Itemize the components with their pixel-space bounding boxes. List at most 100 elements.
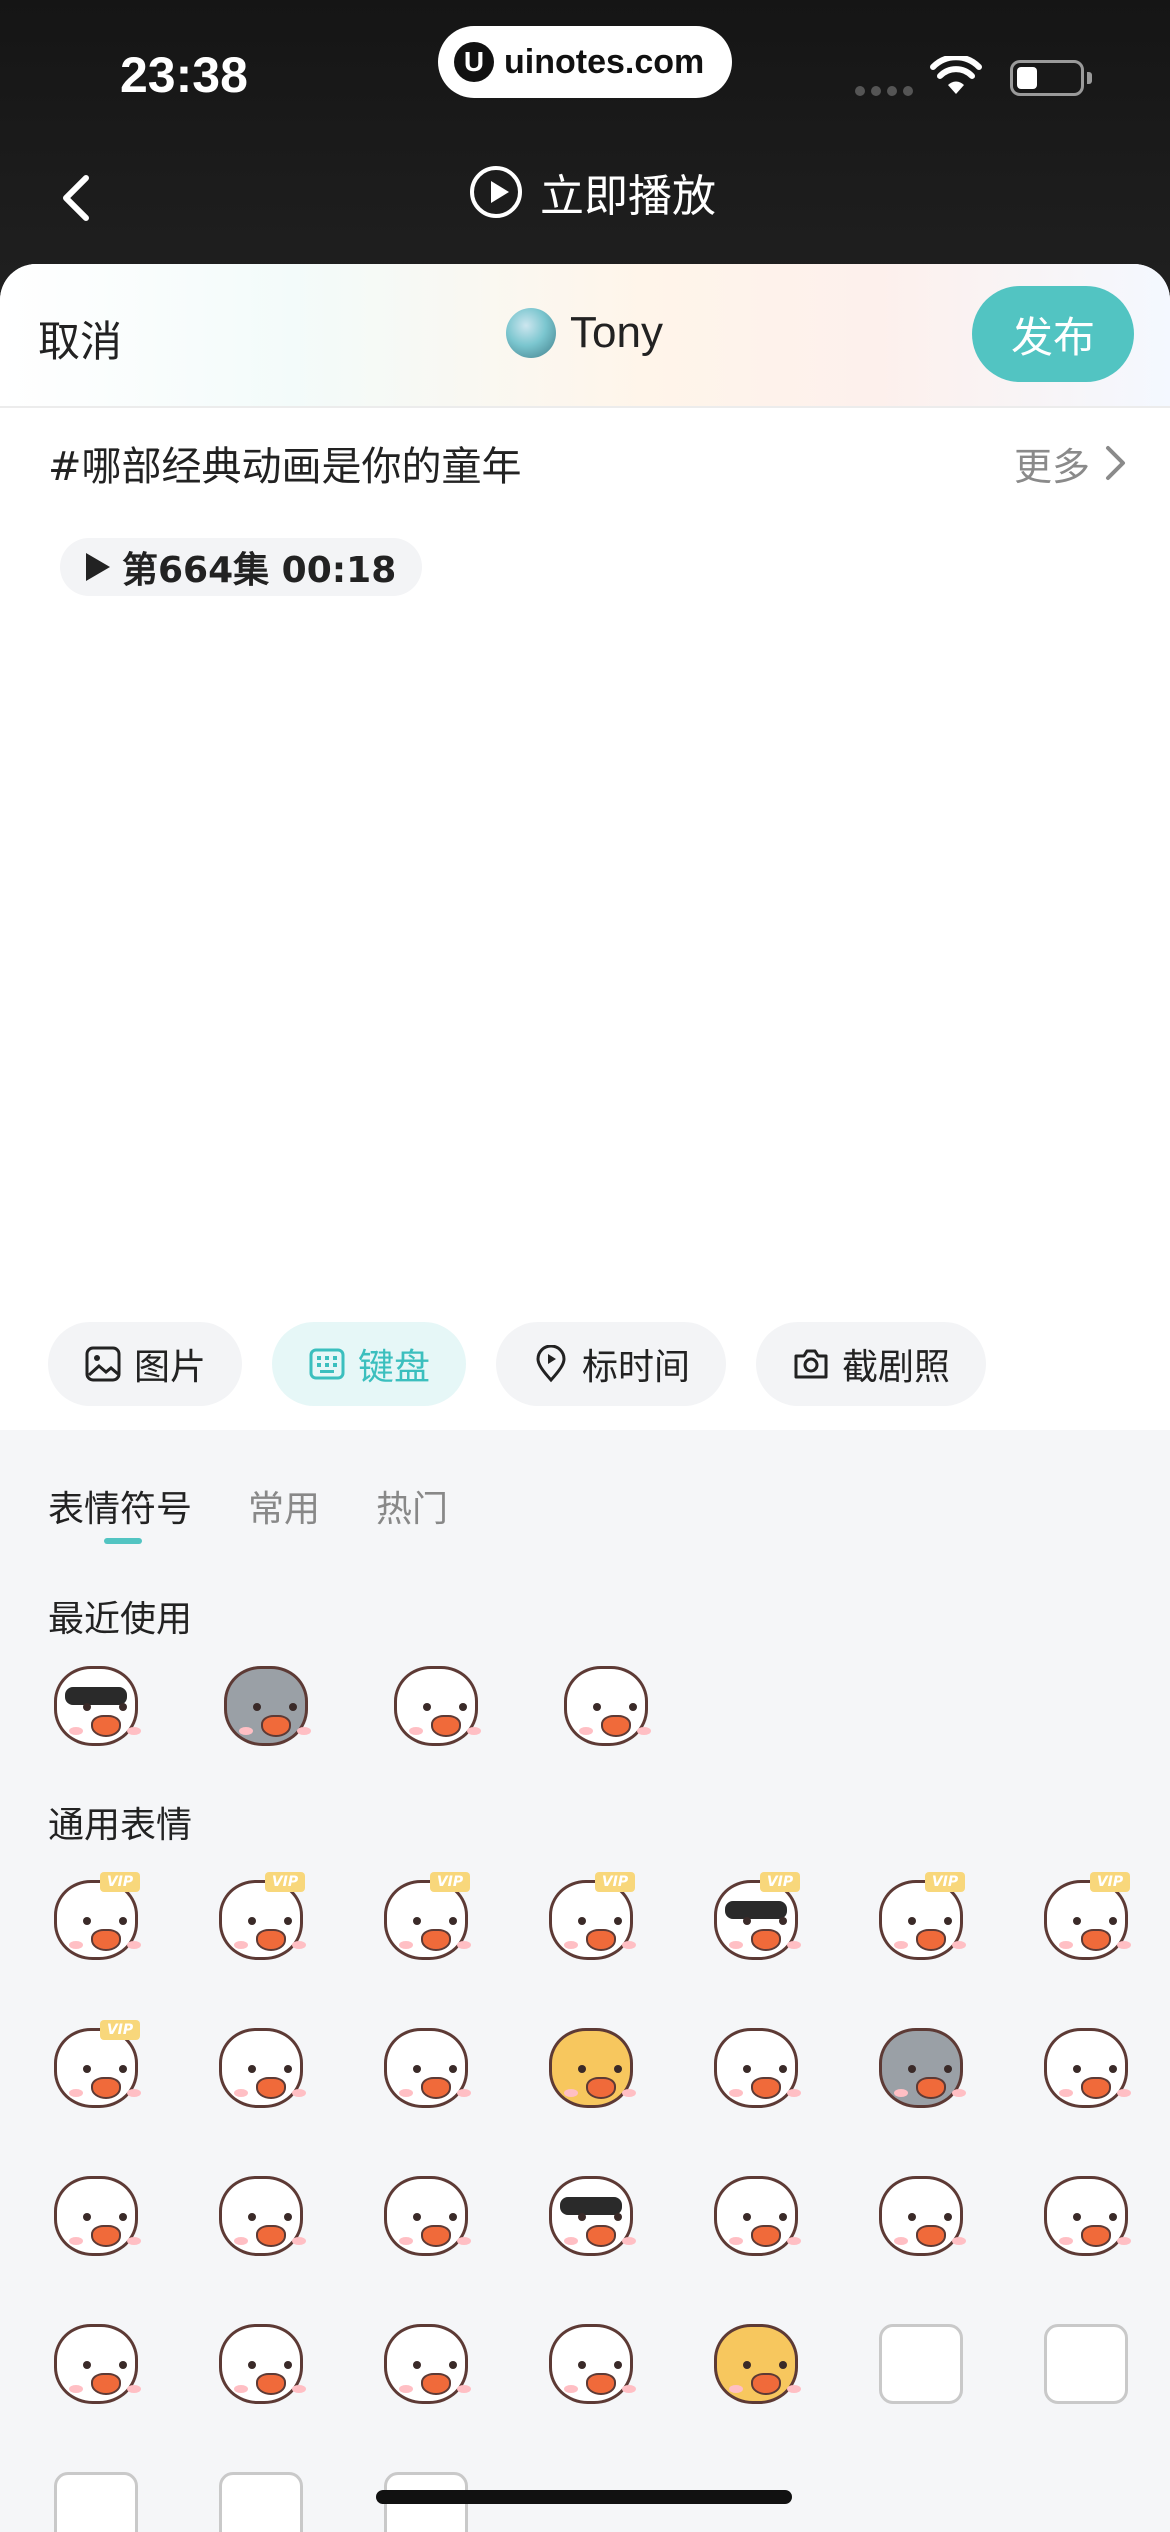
emoji-sticker[interactable]: VIP <box>378 1872 474 1968</box>
emoji-sticker[interactable] <box>378 2316 474 2412</box>
vip-badge: VIP <box>100 2020 140 2040</box>
sticker-face <box>714 2324 801 2404</box>
emoji-sticker[interactable] <box>48 2316 144 2412</box>
emoji-sticker[interactable] <box>378 2168 474 2264</box>
episode-label: 第664集 00:18 <box>122 550 397 591</box>
emoji-sticker[interactable] <box>873 2168 969 2264</box>
emoji-sticker[interactable] <box>708 2020 804 2116</box>
chevron-right-icon <box>1106 446 1125 480</box>
sticker-face <box>1044 2176 1131 2256</box>
sticker-face <box>384 2176 471 2256</box>
user-selector[interactable]: Tony <box>506 308 663 358</box>
top-bar: 23:38 U uinotes.com 立即播放 <box>0 0 1170 300</box>
emoji-sticker[interactable] <box>708 2316 804 2412</box>
cancel-button[interactable]: 取消 <box>38 308 122 369</box>
emoji-sticker[interactable] <box>213 2168 309 2264</box>
sticker-face <box>879 1880 966 1960</box>
recent-title: 最近使用 <box>48 1599 193 1640</box>
back-icon[interactable] <box>52 168 102 228</box>
sticker-face <box>384 1880 471 1960</box>
keyboard-label: 键盘 <box>358 1347 431 1388</box>
emoji-sticker[interactable] <box>1038 2168 1134 2264</box>
sticker-face <box>224 1666 311 1746</box>
more-button[interactable]: 更多 <box>1014 436 1128 491</box>
keyboard-button[interactable]: 键盘 <box>272 1322 467 1406</box>
sticker-face <box>54 1666 141 1746</box>
sticker-face <box>879 2324 963 2404</box>
emoji-sticker[interactable] <box>1038 2316 1134 2412</box>
more-label: 更多 <box>1013 444 1090 489</box>
emoji-sticker[interactable] <box>213 2020 309 2116</box>
general-title: 通用表情 <box>48 1805 193 1846</box>
episode-tag[interactable]: 第664集 00:18 <box>60 538 423 596</box>
emoji-sticker[interactable]: VIP <box>543 1872 639 1968</box>
play-now-button[interactable]: 立即播放 <box>470 160 716 224</box>
vip-badge: VIP <box>430 1872 470 1892</box>
cellular-signal-icon <box>855 86 913 96</box>
sticker-face <box>879 2176 966 2256</box>
emoji-sticker[interactable]: VIP <box>213 1872 309 1968</box>
emoji-sticker[interactable] <box>378 2020 474 2116</box>
sticker-face <box>1044 2324 1128 2404</box>
emoji-sticker[interactable]: VIP <box>1038 1872 1134 1968</box>
tab-frequent[interactable]: 常用 <box>248 1480 320 1532</box>
emoji-sticker[interactable] <box>543 2316 639 2412</box>
sticker-face <box>714 2028 801 2108</box>
emoji-sticker[interactable] <box>48 2464 144 2532</box>
general-emoji-grid: VIP VIP VIP VIP VIP VIP VIP VIP <box>48 1872 1131 2532</box>
keyboard-icon <box>309 1348 345 1380</box>
emoji-sticker[interactable] <box>543 2168 639 2264</box>
sticker-face <box>714 2176 801 2256</box>
screenshot-button[interactable]: 截剧照 <box>756 1322 987 1406</box>
sticker-face <box>549 1880 636 1960</box>
emoji-sticker[interactable]: VIP <box>708 1872 804 1968</box>
emoji-sticker[interactable] <box>213 2464 309 2532</box>
url-pill[interactable]: U uinotes.com <box>438 26 732 98</box>
tab-popular[interactable]: 热门 <box>376 1480 448 1532</box>
emoji-sticker[interactable] <box>873 2020 969 2116</box>
sticker-face <box>219 2028 306 2108</box>
emoji-sticker[interactable]: VIP <box>873 1872 969 1968</box>
tab-emoji-symbols[interactable]: 表情符号 <box>48 1480 192 1544</box>
vip-badge: VIP <box>265 1872 305 1892</box>
sticker-face <box>549 2176 636 2256</box>
sticker-face <box>54 2472 138 2532</box>
emoji-sticker[interactable] <box>873 2316 969 2412</box>
emoji-sticker[interactable] <box>558 1658 654 1754</box>
emoji-sticker[interactable]: VIP <box>48 2020 144 2116</box>
publish-button[interactable]: 发布 <box>972 286 1134 382</box>
emoji-sticker[interactable] <box>218 1658 314 1754</box>
emoji-sticker[interactable] <box>543 2020 639 2116</box>
sticker-face <box>384 2324 471 2404</box>
sticker-face <box>1044 2028 1131 2108</box>
sheet-header: 取消 Tony 发布 <box>0 264 1170 408</box>
avatar <box>506 308 556 358</box>
sticker-face <box>54 1880 141 1960</box>
camera-icon <box>794 1349 828 1379</box>
emoji-sticker[interactable] <box>213 2316 309 2412</box>
topic-row: #哪部经典动画是你的童年 更多 <box>48 434 1128 492</box>
image-icon <box>85 1346 121 1382</box>
sticker-face <box>549 2324 636 2404</box>
battery-icon <box>1010 60 1084 96</box>
emoji-sticker[interactable] <box>388 1658 484 1754</box>
image-label: 图片 <box>134 1347 207 1388</box>
emoji-sticker[interactable] <box>708 2168 804 2264</box>
vip-badge: VIP <box>100 1872 140 1892</box>
screenshot-label: 截剧照 <box>842 1347 951 1388</box>
timestamp-button[interactable]: 标时间 <box>496 1322 727 1406</box>
play-now-label: 立即播放 <box>540 171 716 222</box>
emoji-sticker[interactable] <box>48 2168 144 2264</box>
sticker-face <box>219 2176 306 2256</box>
wifi-icon <box>930 56 982 94</box>
image-button[interactable]: 图片 <box>48 1322 243 1406</box>
location-pin-icon <box>536 1345 566 1383</box>
emoji-panel: 表情符号 常用 热门 最近使用 通用表情 VIP VIP VIP VIP VIP VIP V… <box>0 1430 1170 2532</box>
emoji-sticker[interactable] <box>1038 2020 1134 2116</box>
topic-title[interactable]: #哪部经典动画是你的童年 <box>48 434 522 492</box>
emoji-sticker[interactable] <box>48 1658 144 1754</box>
attachment-toolbar: 图片 键盘 标时间 截剧照 <box>48 1322 987 1406</box>
sticker-face <box>219 2472 303 2532</box>
emoji-sticker[interactable]: VIP <box>48 1872 144 1968</box>
sticker-face <box>219 1880 306 1960</box>
